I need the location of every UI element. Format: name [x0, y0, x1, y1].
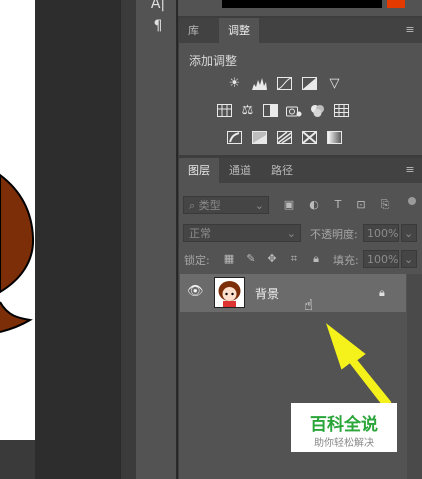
black-white-icon[interactable]: [262, 103, 279, 118]
type-filter-icon[interactable]: T: [331, 198, 345, 212]
layer-filter-select[interactable]: ⌕ 类型 ⌄: [183, 196, 269, 214]
foreground-color-swatch[interactable]: [387, 0, 405, 8]
opacity-label: 不透明度:: [310, 228, 358, 241]
layers-scrollbar-track[interactable]: [407, 274, 422, 479]
color-balance-icon[interactable]: ⚖: [239, 103, 256, 118]
levels-icon[interactable]: [251, 76, 268, 91]
panel-menu-icon[interactable]: ≡: [404, 23, 416, 37]
tab-adjustments[interactable]: 调整: [219, 18, 259, 43]
fill-dropdown[interactable]: ⌄: [401, 250, 417, 268]
yellow-arrow-annotation: [326, 323, 392, 408]
vibrance-icon[interactable]: ▽: [326, 76, 343, 91]
lock-transparent-icon[interactable]: ▦: [222, 252, 236, 266]
tab-libraries[interactable]: 库: [179, 18, 208, 43]
exposure-icon[interactable]: [301, 76, 318, 91]
channel-mixer-icon[interactable]: [309, 103, 326, 118]
tab-layers[interactable]: 图层: [179, 158, 219, 183]
chevron-down-icon: ⌄: [254, 199, 264, 212]
adjustments-panel: 库 调整 ≡ 添加调整 ☀ ▽ ⚖: [179, 18, 422, 155]
tab-channels[interactable]: 通道: [220, 158, 260, 183]
visibility-eye-icon[interactable]: 👁︎: [187, 285, 204, 299]
adjustments-tabbar: 库 调整 ≡: [179, 18, 422, 43]
adjustment-filter-icon[interactable]: ◐: [307, 198, 321, 212]
lock-all-icon[interactable]: 🔒︎: [309, 252, 323, 266]
tool-strip: [120, 0, 137, 479]
tab-paths[interactable]: 路径: [262, 158, 302, 183]
pixel-filter-icon[interactable]: ▣: [282, 198, 296, 212]
chevron-down-icon: ⌄: [286, 227, 296, 240]
canvas-artwork: [0, 173, 35, 333]
shape-filter-icon[interactable]: ⊡: [354, 198, 368, 212]
curves-icon[interactable]: [276, 76, 293, 91]
opacity-input[interactable]: 100%: [363, 224, 399, 242]
hue-saturation-icon[interactable]: [216, 103, 233, 118]
lock-position-icon[interactable]: ✥: [265, 252, 279, 266]
layer-name[interactable]: 背景: [255, 285, 279, 302]
layer-row-background[interactable]: 👁︎ 背景 🔒︎ ☝: [180, 274, 406, 314]
smart-object-filter-icon[interactable]: ⎘: [378, 198, 392, 212]
canvas-pasteboard: [35, 0, 120, 479]
layers-tabbar: 图层 通道 路径 ≡: [179, 158, 422, 183]
watermark-badge: 百科全说 助你轻松解决: [291, 403, 397, 452]
watermark-subtitle: 助你轻松解决: [314, 438, 374, 449]
color-lookup-icon[interactable]: [333, 103, 350, 118]
blend-mode-value: 正常: [189, 227, 211, 240]
blend-mode-select[interactable]: 正常 ⌄: [183, 224, 301, 242]
watermark-title: 百科全说: [310, 415, 378, 435]
search-icon: ⌕: [189, 199, 196, 212]
collapsed-panel-strip: [136, 0, 177, 479]
gradient-map-icon[interactable]: [326, 130, 343, 145]
layer-thumbnail: [214, 277, 245, 308]
selective-color-icon[interactable]: [301, 130, 318, 145]
filter-toggle-icon[interactable]: [408, 197, 416, 205]
add-adjustment-label: 添加调整: [189, 54, 238, 68]
document-canvas[interactable]: [0, 0, 35, 440]
lock-label: 锁定:: [184, 254, 210, 267]
brightness-icon[interactable]: ☀: [226, 76, 243, 91]
posterize-icon[interactable]: [251, 130, 268, 145]
color-spectrum-bar[interactable]: [222, 0, 382, 8]
opacity-dropdown[interactable]: ⌄: [401, 224, 417, 242]
layer-lock-icon[interactable]: 🔒︎: [379, 286, 385, 300]
fill-input[interactable]: 100%: [363, 250, 399, 268]
fill-label: 填充:: [333, 254, 359, 267]
layer-filter-label: 类型: [198, 199, 221, 212]
lock-paint-icon[interactable]: ✎: [244, 252, 258, 266]
threshold-icon[interactable]: [276, 130, 293, 145]
invert-icon[interactable]: [226, 130, 243, 145]
character-panel-icon[interactable]: A|: [150, 0, 166, 12]
lock-artboard-icon[interactable]: ⌗: [287, 252, 301, 266]
hand-cursor-icon: ☝: [304, 296, 314, 314]
layers-menu-icon[interactable]: ≡: [404, 163, 416, 177]
paragraph-panel-icon[interactable]: ¶: [150, 18, 166, 34]
photo-filter-icon[interactable]: [285, 103, 302, 118]
